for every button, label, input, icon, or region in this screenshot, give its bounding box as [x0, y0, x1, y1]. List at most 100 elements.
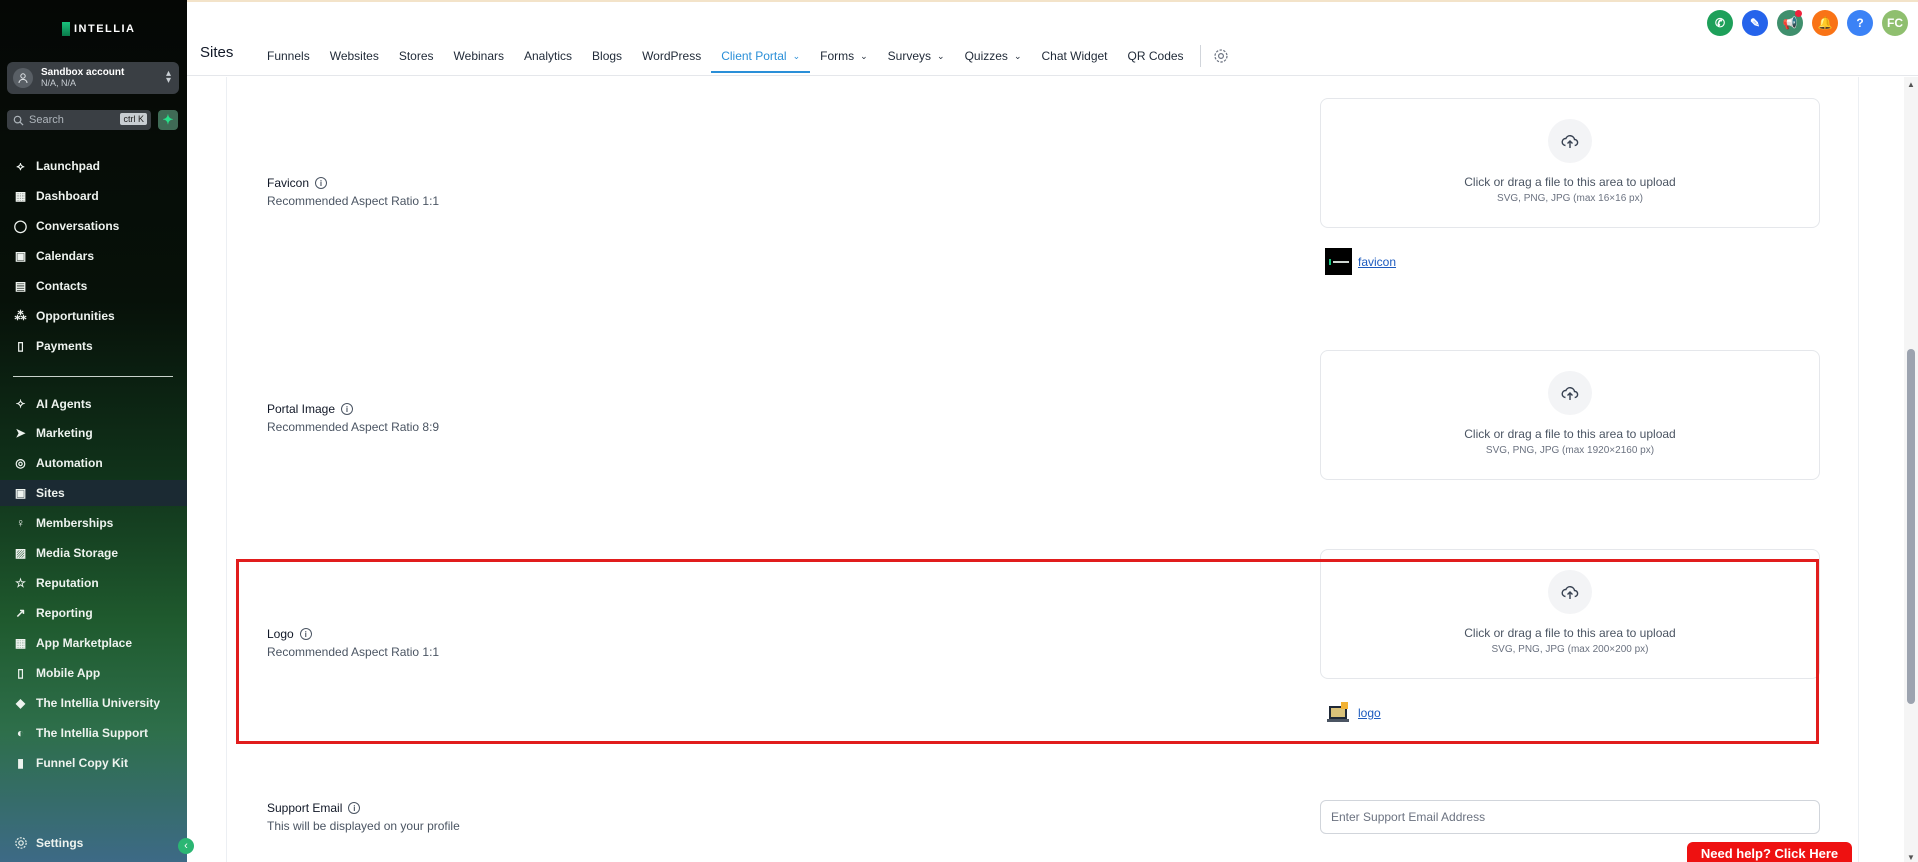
info-icon[interactable]: i [348, 802, 361, 814]
send-icon: ➤ [15, 426, 26, 440]
tab-qr-codes[interactable]: QR Codes [1118, 40, 1194, 72]
scrollbar-thumb[interactable] [1907, 349, 1915, 704]
avatar[interactable]: FC [1882, 10, 1908, 36]
sidebar-item-calendars[interactable]: ▣ Calendars [0, 243, 187, 269]
tab-websites[interactable]: Websites [320, 40, 389, 72]
sidebar-item-label: Reputation [36, 576, 99, 590]
sidebar-item-payments[interactable]: ▯ Payments [0, 333, 187, 359]
sidebar-item-opportunities[interactable]: ⁂ Opportunities [0, 303, 187, 329]
sidebar-item-conversations[interactable]: ◯ Conversations [0, 213, 187, 239]
sidebar-item-the-intellia-support[interactable]: ◐ The Intellia Support [0, 720, 187, 746]
sidebar-item-app-marketplace[interactable]: ▦ App Marketplace [0, 630, 187, 656]
sidebar-item-sites[interactable]: ▣ Sites [0, 480, 187, 506]
megaphone-icon[interactable]: 📢 [1777, 10, 1803, 36]
sidebar-item-contacts[interactable]: ▤ Contacts [0, 273, 187, 299]
tab-forms[interactable]: Forms ⌄ [810, 40, 878, 72]
favicon-hint: Recommended Aspect Ratio 1:1 [267, 194, 440, 208]
headset-icon: ◐ [16, 726, 25, 740]
upload-instruction: Click or drag a file to this area to upl… [1464, 175, 1676, 189]
sidebar-item-the-intellia-university[interactable]: ◆ The Intellia University [0, 690, 187, 716]
support-email-hint: This will be displayed on your profile [267, 819, 460, 833]
tab-label: Analytics [524, 49, 573, 63]
tab-analytics[interactable]: Analytics [514, 40, 582, 72]
sidebar-item-label: The Intellia Support [36, 726, 149, 740]
sidebar-item-memberships[interactable]: ♀ Memberships [0, 510, 187, 536]
sidebar-item-marketing[interactable]: ➤ Marketing [0, 420, 187, 446]
scroll-up-icon[interactable]: ▲ [1907, 80, 1915, 89]
sidebar-item-label: Funnel Copy Kit [36, 756, 128, 770]
sidebar-item-funnel-copy-kit[interactable]: ▮ Funnel Copy Kit [0, 750, 187, 776]
sidebar-item-media-storage[interactable]: ▨ Media Storage [0, 540, 187, 566]
brand-logo[interactable]: INTELLIA [62, 22, 136, 36]
phone-icon[interactable]: ✆ [1707, 10, 1733, 36]
help-icon[interactable]: ? [1847, 10, 1873, 36]
tab-webinars[interactable]: Webinars [444, 40, 514, 72]
tab-label: Webinars [453, 49, 504, 63]
image-icon: ▨ [14, 546, 27, 560]
sidebar-item-dashboard[interactable]: ▦ Dashboard [0, 183, 187, 209]
tab-quizzes[interactable]: Quizzes ⌄ [955, 40, 1032, 72]
tab-surveys[interactable]: Surveys ⌄ [878, 40, 955, 72]
account-icon [13, 68, 33, 88]
sidebar-item-label: App Marketplace [36, 636, 133, 650]
tab-label: Stores [398, 49, 434, 63]
info-icon[interactable]: i [315, 177, 328, 189]
upload-instruction: Click or drag a file to this area to upl… [1464, 427, 1676, 441]
chevron-updown-icon: ▴ ▾ [165, 68, 171, 86]
sidebar-item-reputation[interactable]: ☆ Reputation [0, 570, 187, 596]
portal-image-upload-area[interactable]: Click or drag a file to this area to upl… [1320, 350, 1820, 480]
search-input[interactable]: Search ctrl K [7, 110, 151, 130]
favicon-file-link[interactable]: favicon [1358, 255, 1396, 269]
brand-name: INTELLIA [74, 23, 136, 35]
tab-chat-widget[interactable]: Chat Widget [1031, 40, 1117, 72]
info-icon[interactable]: i [341, 403, 354, 415]
top-actions: ✆ ✎ 📢 🔔? FC [1707, 10, 1908, 36]
help-icon-text: ? [1856, 16, 1864, 30]
sidebar-item-label: Media Storage [36, 546, 119, 560]
help-button[interactable]: Need help? Click Here [1687, 842, 1852, 862]
support-email-input[interactable] [1320, 800, 1820, 834]
favicon-label: Favicon [267, 176, 310, 190]
sidebar-item-label: Settings [36, 836, 84, 850]
sidebar-item-settings[interactable]: Settings [0, 830, 187, 856]
top-bar: Sites Funnels Websites Stores Webinars Analy… [187, 2, 1918, 76]
sidebar-item-label: Dashboard [36, 189, 99, 203]
quick-add-button[interactable]: ✦ [158, 110, 178, 130]
magic-icon[interactable]: ✎ [1742, 10, 1768, 36]
sidebar-item-mobile-app[interactable]: ▯ Mobile App [0, 660, 187, 686]
bell-icon[interactable]: 🔔 [1812, 10, 1838, 36]
calendar-icon: ▣ [14, 249, 27, 263]
sidebar-item-launchpad[interactable]: ⟡ Launchpad [0, 153, 187, 179]
sidebar-item-label: Payments [36, 339, 93, 353]
portal-image-hint: Recommended Aspect Ratio 8:9 [267, 420, 440, 434]
upload-cloud-icon [1548, 371, 1592, 415]
tab-blogs[interactable]: Blogs [582, 40, 632, 72]
membership-icon: ♀ [16, 516, 25, 530]
document-icon: ▮ [17, 756, 24, 770]
sidebar-item-automation[interactable]: ◎ Automation [0, 450, 187, 476]
favicon-thumbnail [1325, 248, 1352, 275]
contacts-icon: ▤ [14, 279, 27, 293]
sidebar-item-label: Opportunities [36, 309, 115, 323]
tab-funnels[interactable]: Funnels [257, 40, 320, 72]
scrollbar[interactable]: ▲ ▼ [1904, 77, 1918, 862]
tab-stores[interactable]: Stores [389, 40, 444, 72]
rocket-icon: ⟡ [16, 158, 25, 173]
account-switcher[interactable]: Sandbox account N/A, N/A ▴ ▾ [7, 62, 179, 94]
account-location: N/A, N/A [41, 78, 77, 88]
graduation-cap-icon: ◆ [15, 696, 26, 710]
gear-icon[interactable] [1211, 46, 1231, 66]
chevron-down-icon: ⌄ [792, 50, 801, 61]
sidebar-item-label: Automation [36, 456, 103, 470]
sidebar-item-ai-agents[interactable]: ✧ AI Agents [0, 391, 187, 417]
scroll-down-icon[interactable]: ▼ [1907, 853, 1915, 862]
collapse-sidebar-button[interactable]: ‹ [178, 838, 194, 854]
favicon-upload-area[interactable]: Click or drag a file to this area to upl… [1320, 98, 1820, 228]
tab-wordpress[interactable]: WordPress [632, 40, 711, 72]
tab-client-portal[interactable]: Client Portal ⌄ [711, 40, 811, 73]
sidebar-item-reporting[interactable]: ↗ Reporting [0, 600, 187, 626]
portal-image-label-row: Portal Image i [267, 402, 354, 416]
search-placeholder: Search [29, 114, 64, 126]
sidebar-item-label: Conversations [36, 219, 120, 233]
automation-icon: ◎ [15, 456, 26, 470]
